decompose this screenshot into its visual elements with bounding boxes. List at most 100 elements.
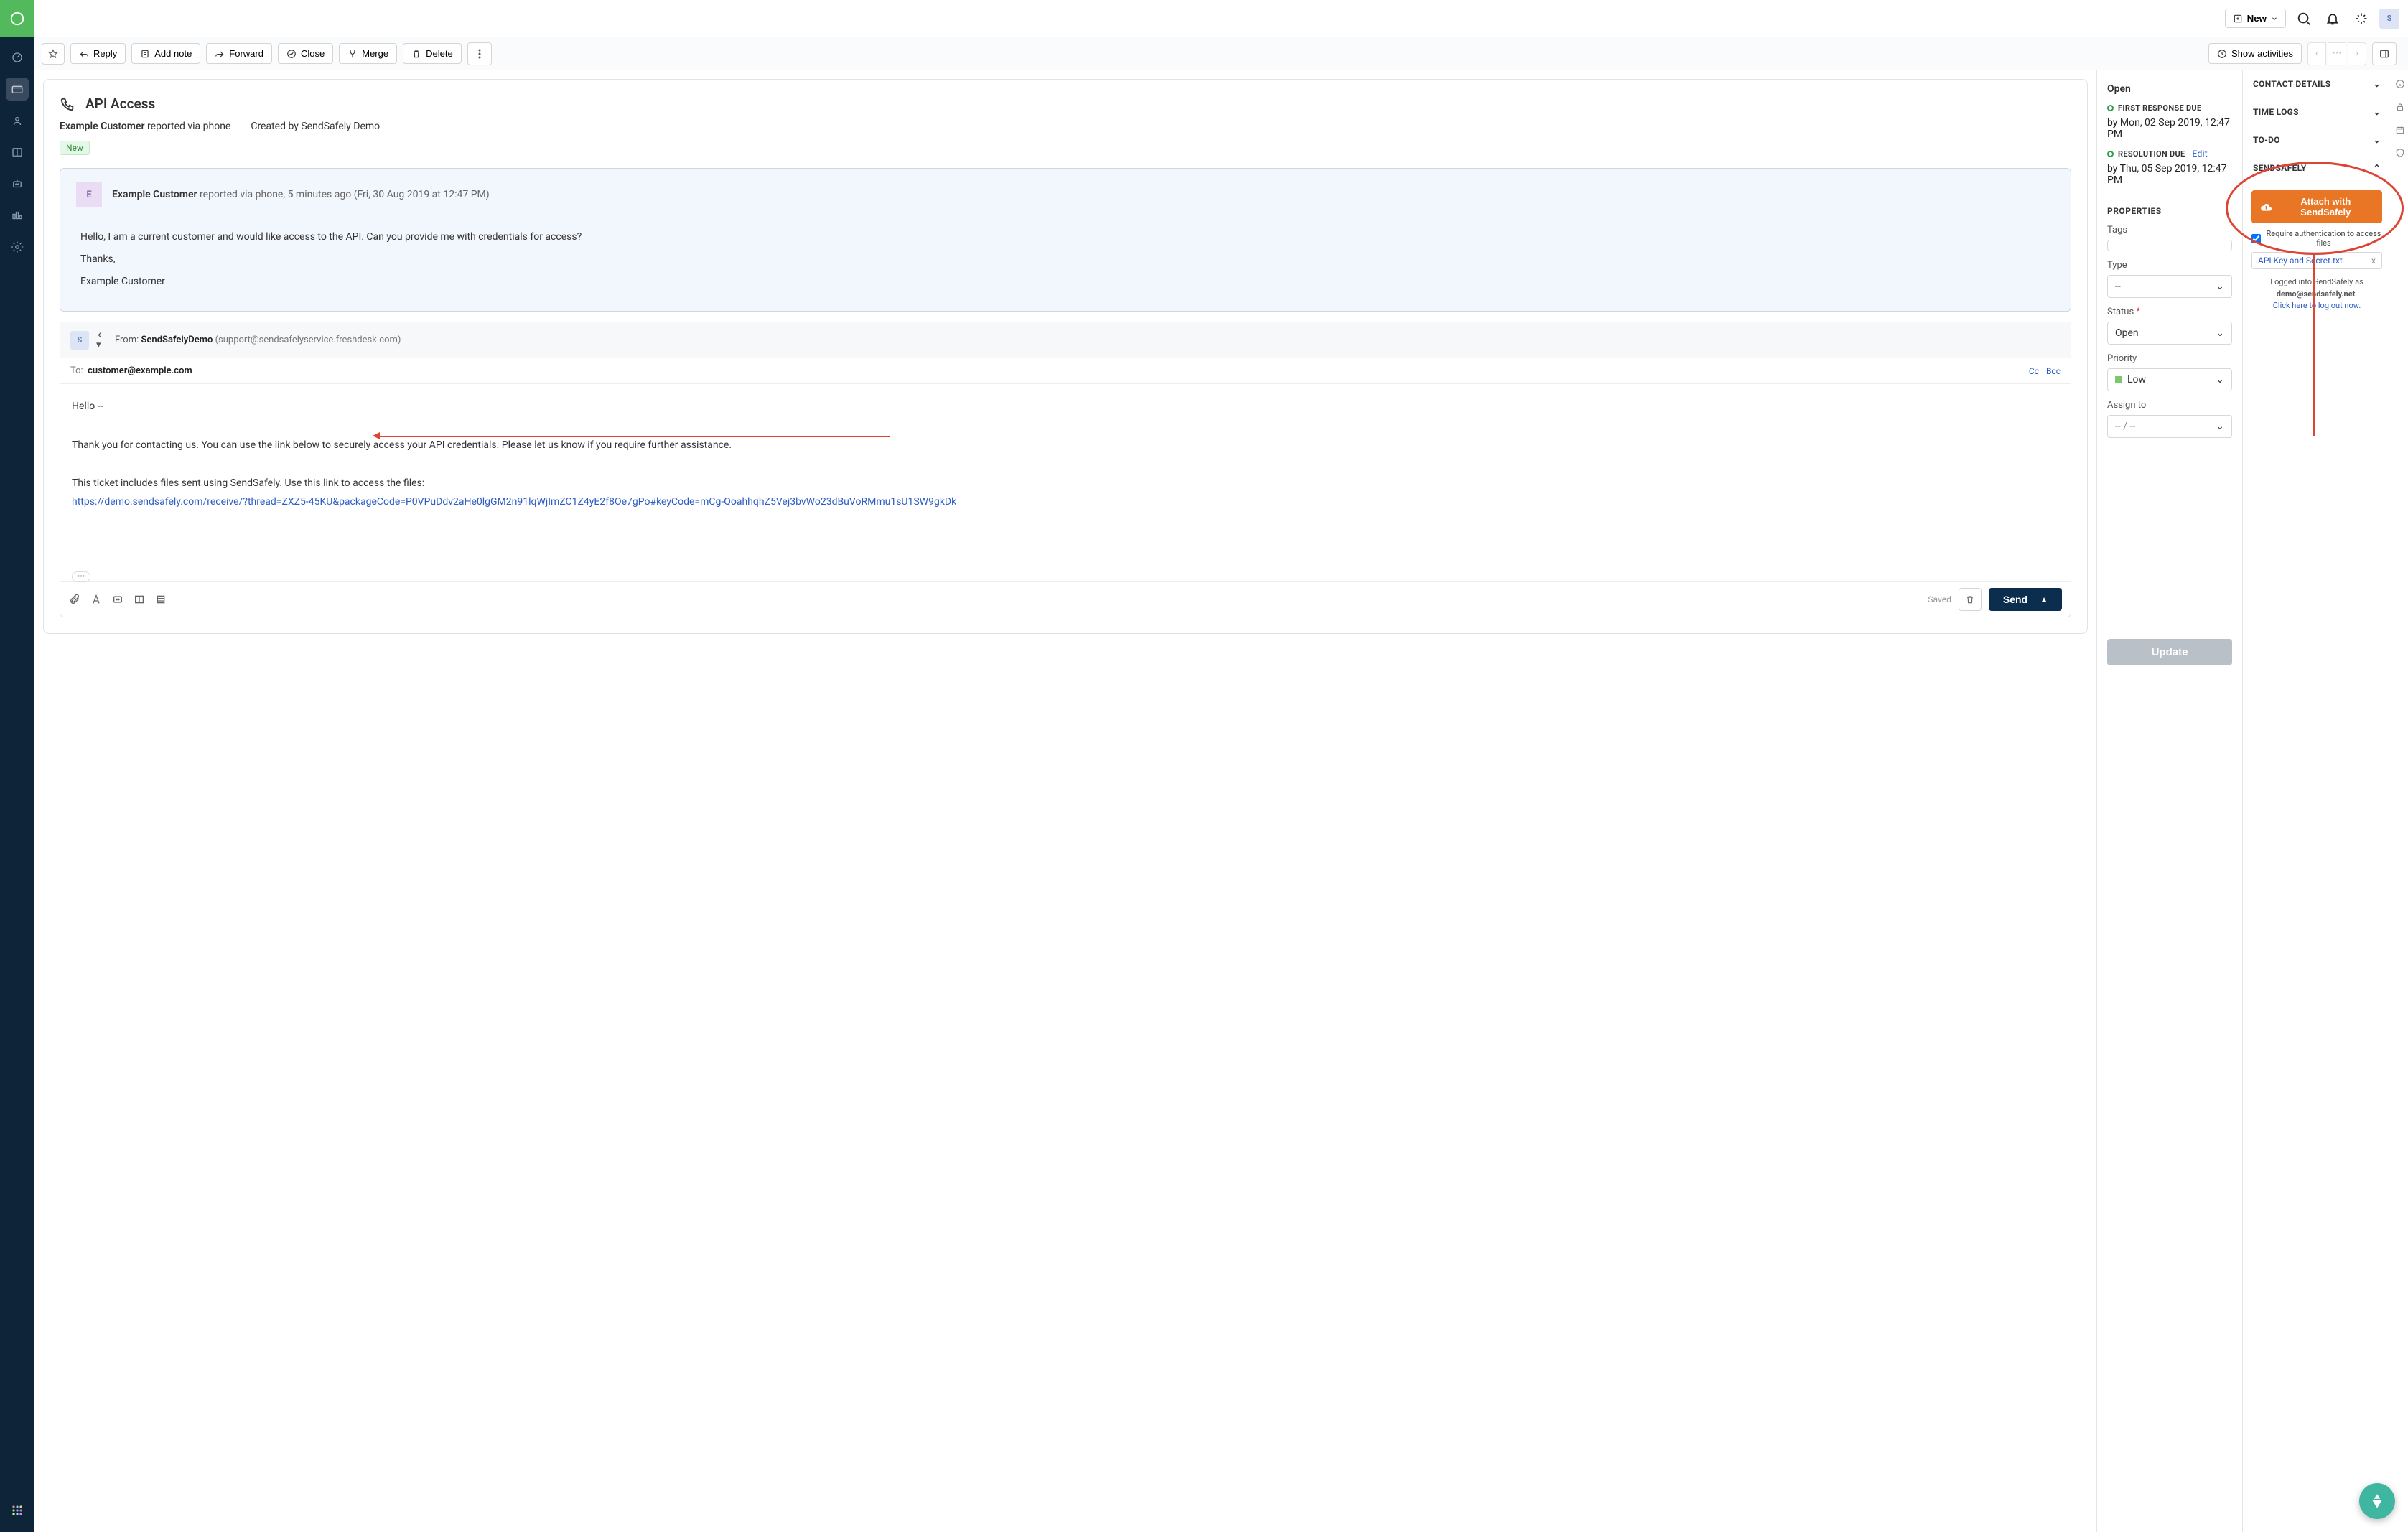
kb-icon[interactable] bbox=[134, 594, 145, 605]
nav-apps-icon[interactable] bbox=[6, 1499, 29, 1522]
cloud-upload-icon bbox=[2260, 202, 2272, 212]
freshdesk-fab-icon[interactable] bbox=[2359, 1483, 2395, 1519]
expand-panel-button[interactable] bbox=[2372, 42, 2397, 65]
chevron-down-icon: ⌄ bbox=[2374, 135, 2381, 145]
right-mini-rail bbox=[2391, 70, 2408, 1532]
status-badge-new: New bbox=[60, 141, 90, 155]
require-auth-label: Require authentication to access files bbox=[2265, 229, 2382, 248]
accordion-sendsafely[interactable]: SENDSAFELY⌃ bbox=[2243, 154, 2391, 182]
chevron-down-icon: ⌄ bbox=[2374, 107, 2381, 117]
calendar-icon[interactable] bbox=[2395, 125, 2405, 135]
file-link[interactable]: API Key and Secret.txt bbox=[2258, 256, 2343, 266]
chevron-down-icon bbox=[2271, 15, 2278, 22]
first-response-due: by Mon, 02 Sep 2019, 12:47 PM bbox=[2107, 117, 2232, 140]
to-field[interactable]: customer@example.com bbox=[88, 365, 192, 376]
nav-contacts-icon[interactable] bbox=[6, 109, 29, 132]
canned-response-icon[interactable] bbox=[112, 594, 123, 605]
app-logo[interactable] bbox=[0, 0, 34, 37]
resolution-due: by Thu, 05 Sep 2019, 12:47 PM bbox=[2107, 163, 2232, 186]
accordion-todo[interactable]: TO-DO⌄ bbox=[2243, 126, 2391, 154]
new-label: New bbox=[2247, 13, 2267, 24]
discard-button[interactable] bbox=[1959, 588, 1982, 611]
ticket-title: API Access bbox=[85, 95, 155, 112]
status-dot-icon bbox=[2107, 151, 2114, 157]
merge-button[interactable]: Merge bbox=[339, 43, 397, 64]
reply-button[interactable]: Reply bbox=[70, 43, 126, 64]
chevron-down-icon: ⌄ bbox=[2374, 79, 2381, 89]
chevron-down-icon: ⌄ bbox=[2216, 374, 2224, 386]
nav-dots: ⋯ bbox=[2328, 42, 2346, 65]
customer-avatar: E bbox=[76, 182, 102, 207]
text-format-icon[interactable] bbox=[90, 594, 102, 605]
nav-arrows: ‹ ⋯ › bbox=[2307, 42, 2366, 65]
nav-bot-icon[interactable] bbox=[6, 172, 29, 195]
priority-select[interactable]: Low⌄ bbox=[2107, 368, 2232, 391]
notifications-icon[interactable] bbox=[2322, 8, 2343, 29]
nav-settings-icon[interactable] bbox=[6, 235, 29, 258]
accordion-timelogs[interactable]: TIME LOGS⌄ bbox=[2243, 98, 2391, 126]
phone-icon bbox=[60, 96, 75, 112]
message-line: Thanks, bbox=[80, 248, 2050, 271]
assign-select[interactable]: -- / --⌄ bbox=[2107, 415, 2232, 438]
ticket-subline: Example Customer reported via phone Crea… bbox=[60, 121, 2071, 132]
bcc-link[interactable]: Bcc bbox=[2046, 366, 2061, 376]
cc-link[interactable]: Cc bbox=[2029, 366, 2039, 376]
attach-sendsafely-button[interactable]: Attach with SendSafely bbox=[2251, 190, 2382, 223]
apps-panel: CONTACT DETAILS⌄ TIME LOGS⌄ TO-DO⌄ SENDS… bbox=[2242, 70, 2391, 1532]
properties-panel: Open FIRST RESPONSE DUE by Mon, 02 Sep 2… bbox=[2096, 70, 2242, 1532]
chevron-down-icon: ⌄ bbox=[2216, 327, 2224, 339]
close-button[interactable]: Close bbox=[278, 43, 333, 64]
search-icon[interactable] bbox=[2293, 8, 2315, 29]
delete-button[interactable]: Delete bbox=[403, 43, 462, 64]
forward-button[interactable]: Forward bbox=[206, 43, 272, 64]
lock-icon[interactable] bbox=[2395, 102, 2405, 112]
ticket-card: API Access Example Customer reported via… bbox=[43, 79, 2088, 634]
saved-indicator: Saved bbox=[1928, 594, 1951, 604]
type-select[interactable]: --⌄ bbox=[2107, 275, 2232, 298]
attach-icon[interactable] bbox=[69, 594, 80, 605]
nav-analytics-icon[interactable] bbox=[6, 204, 29, 227]
show-activities-button[interactable]: Show activities bbox=[2208, 43, 2302, 64]
customer-message: E Example Customer reported via phone, 5… bbox=[60, 168, 2071, 312]
add-note-button[interactable]: Add note bbox=[131, 43, 200, 64]
reply-editor: S ▾ From: SendSafelyDemo (support@sendsa… bbox=[60, 322, 2071, 617]
ticket-toolbar: Reply Add note Forward Close Merge Delet… bbox=[34, 37, 2408, 70]
message-line: Hello, I am a current customer and would… bbox=[80, 226, 2050, 248]
table-icon[interactable] bbox=[155, 594, 167, 605]
sendsafely-link[interactable]: https://demo.sendsafely.com/receive/?thr… bbox=[72, 496, 956, 508]
accordion-contact[interactable]: CONTACT DETAILS⌄ bbox=[2243, 70, 2391, 98]
message-line: Example Customer bbox=[80, 271, 2050, 293]
sparkle-icon[interactable] bbox=[2351, 8, 2372, 29]
edit-due-link[interactable]: Edit bbox=[2193, 149, 2208, 159]
info-icon[interactable] bbox=[2395, 79, 2405, 89]
remove-file-button[interactable]: x bbox=[2371, 256, 2376, 266]
customer-name[interactable]: Example Customer bbox=[60, 121, 145, 132]
new-button[interactable]: New bbox=[2225, 9, 2286, 28]
nav-dashboard-icon[interactable] bbox=[6, 46, 29, 69]
topbar: New S bbox=[34, 0, 2408, 37]
logout-link[interactable]: Click here to log out now. bbox=[2273, 301, 2361, 310]
priority-dot-icon bbox=[2115, 376, 2122, 383]
reply-textarea[interactable]: Hello -- Thank you for contacting us. Yo… bbox=[60, 384, 2071, 571]
prev-ticket-button[interactable]: ‹ bbox=[2307, 42, 2326, 65]
nav-solutions-icon[interactable] bbox=[6, 141, 29, 164]
chevron-down-icon: ⌄ bbox=[2216, 421, 2224, 432]
left-nav-rail bbox=[0, 0, 34, 1532]
nav-tickets-icon[interactable] bbox=[6, 78, 29, 101]
more-pill[interactable]: ••• bbox=[72, 571, 90, 582]
tags-input[interactable] bbox=[2107, 240, 2232, 251]
ticket-state: Open bbox=[2107, 83, 2232, 95]
require-auth-checkbox[interactable] bbox=[2251, 234, 2261, 243]
shield-icon[interactable] bbox=[2395, 148, 2405, 158]
status-select[interactable]: Open⌄ bbox=[2107, 322, 2232, 345]
user-avatar[interactable]: S bbox=[2379, 9, 2399, 29]
more-actions-button[interactable] bbox=[467, 42, 492, 65]
reply-mode-icon[interactable]: ▾ bbox=[96, 330, 108, 350]
send-button[interactable]: Send▲ bbox=[1989, 588, 2062, 611]
update-button[interactable]: Update bbox=[2107, 639, 2232, 665]
next-ticket-button[interactable]: › bbox=[2348, 42, 2366, 65]
chevron-up-icon: ⌃ bbox=[2374, 163, 2381, 173]
attached-file-chip: API Key and Secret.txt x bbox=[2251, 252, 2382, 269]
chevron-down-icon: ⌄ bbox=[2216, 281, 2224, 292]
star-button[interactable] bbox=[42, 43, 65, 65]
